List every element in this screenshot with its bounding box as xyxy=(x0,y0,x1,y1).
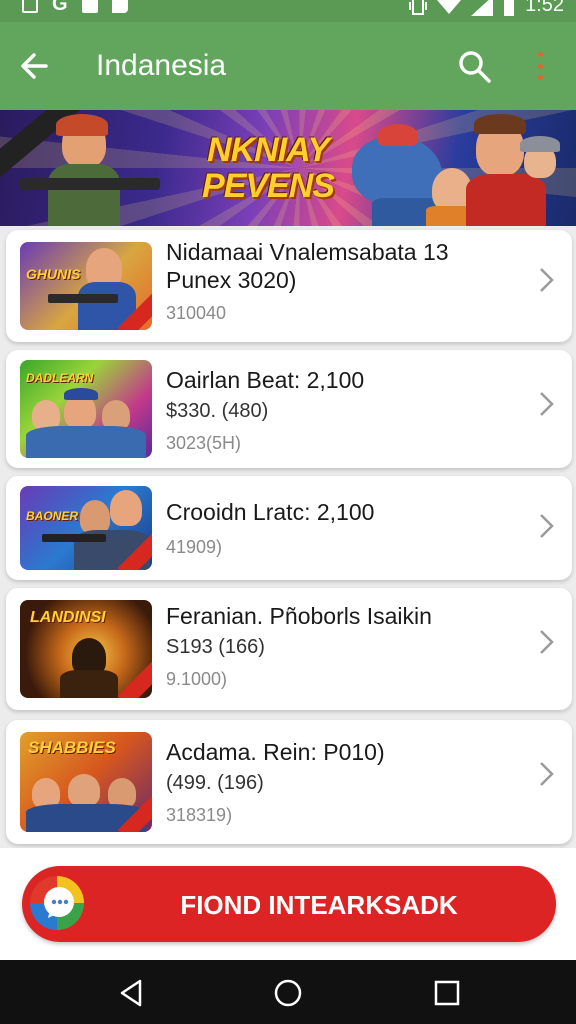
item-subtitle: $330. (480) xyxy=(166,400,269,422)
item-title: Crooidn Lratc: 2,100 xyxy=(166,499,375,525)
bottom-action-area: FIOND INTEARKSADK xyxy=(0,848,576,960)
list-item[interactable]: LANDINSI Feranian. Pñoborls Isaikin S193… xyxy=(6,588,572,710)
wifi-icon xyxy=(437,0,461,14)
battery-icon xyxy=(504,0,515,16)
list-item[interactable]: BAONER Crooidn Lratc: 2,100 41909) xyxy=(6,476,572,580)
item-thumbnail: DADLEARN xyxy=(20,360,152,458)
vibrate-icon xyxy=(409,0,428,15)
more-options-button[interactable] xyxy=(528,50,552,82)
notification-fill-icon xyxy=(81,0,98,13)
item-thumbnail: SHABBIES xyxy=(20,732,152,832)
item-subtitle: S193 (166) xyxy=(166,636,265,658)
item-thumbnail: GHUNIS xyxy=(20,242,152,330)
status-time: 1:52 xyxy=(525,0,564,16)
notification-box-icon xyxy=(22,0,38,13)
page-title: Indanesia xyxy=(96,49,227,82)
messenger-icon xyxy=(111,0,128,13)
item-thumbnail: LANDINSI xyxy=(20,600,152,698)
item-subtitle: Punex 3020) xyxy=(166,267,297,293)
banner-gun xyxy=(20,178,160,190)
item-meta: 41909) xyxy=(166,537,223,557)
item-subtitle: (499. (196) xyxy=(166,772,264,794)
item-meta: 318319) xyxy=(166,805,233,825)
cta-button[interactable]: FIOND INTEARKSADK xyxy=(22,866,556,942)
chevron-right-icon xyxy=(540,392,554,416)
item-meta: 310040 xyxy=(166,303,227,323)
chevron-right-icon xyxy=(540,268,554,292)
cta-label: FIOND INTEARKSADK xyxy=(180,890,458,920)
google-icon: G xyxy=(52,0,68,15)
promo-banner[interactable]: NKNIAY PEVENS xyxy=(0,110,576,226)
item-thumbnail: BAONER xyxy=(20,486,152,570)
signal-icon xyxy=(471,0,494,16)
more-vert-icon xyxy=(537,52,543,57)
nav-recents-icon[interactable] xyxy=(432,978,462,1008)
nav-back-icon[interactable] xyxy=(116,978,146,1008)
chevron-right-icon xyxy=(540,514,554,538)
item-title: Acdama. Rein: P010) xyxy=(166,739,385,765)
item-title: Oairlan Beat: 2,100 xyxy=(166,367,365,393)
item-title: Nidamaai Vnalemsabata 13 xyxy=(166,239,449,265)
chat-app-icon xyxy=(30,876,84,930)
status-bar: G 1:52 xyxy=(0,0,576,22)
back-button[interactable] xyxy=(14,46,54,86)
app-bar: Indanesia xyxy=(0,22,576,110)
list-item[interactable]: GHUNIS Nidamaai Vnalemsabata 13 Punex 30… xyxy=(6,230,572,342)
chevron-right-icon xyxy=(540,630,554,654)
search-button[interactable] xyxy=(456,48,494,86)
search-icon xyxy=(459,51,491,83)
item-meta: 9.1000) xyxy=(166,669,228,689)
item-title: Feranian. Pñoborls Isaikin xyxy=(166,603,432,629)
banner-title: NKNIAY PEVENS xyxy=(202,131,335,205)
system-nav-bar xyxy=(0,960,576,1024)
chevron-right-icon xyxy=(540,762,554,786)
arrow-left-icon xyxy=(21,53,48,79)
list-item[interactable]: DADLEARN Oairlan Beat: 2,100 $330. (480)… xyxy=(6,350,572,468)
list-item[interactable]: SHABBIES Acdama. Rein: P010) (499. (196)… xyxy=(6,720,572,844)
nav-home-icon[interactable] xyxy=(273,978,303,1008)
item-meta: 3023(5H) xyxy=(166,433,242,453)
